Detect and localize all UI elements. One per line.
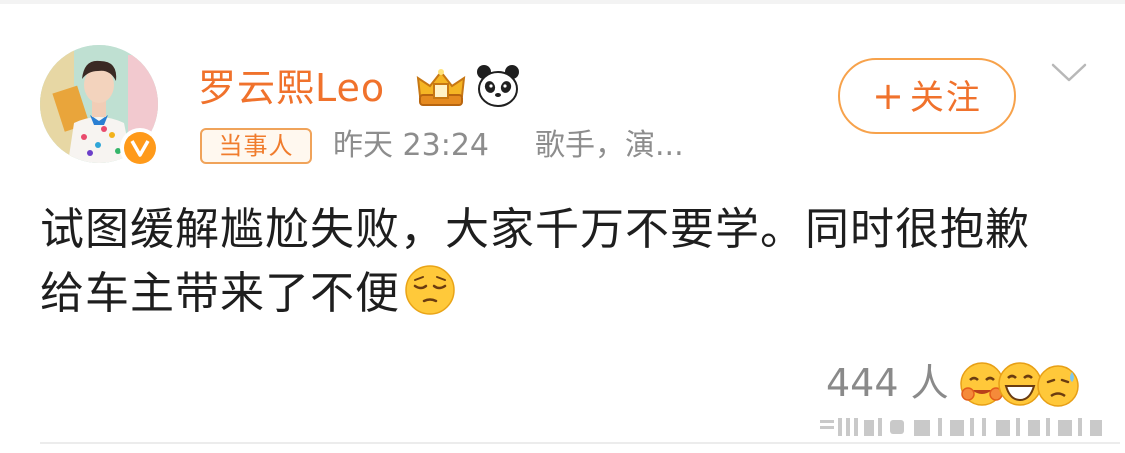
- post-text-line2: 给车主带来了不便: [40, 268, 400, 319]
- post-body: 试图缓解尴尬失败，大家千万不要学。同时很抱歉 给车主带来了不便: [40, 198, 1100, 326]
- hug-emoji: [960, 362, 1004, 406]
- reaction-count[interactable]: 444 人: [826, 360, 949, 406]
- reaction-emojis[interactable]: [958, 360, 1088, 408]
- follow-button[interactable]: + 关注: [838, 58, 1016, 134]
- post-text-line1: 试图缓解尴尬失败，大家千万不要学。同时很抱歉: [40, 204, 1030, 255]
- top-divider: [0, 0, 1125, 4]
- follow-label: 关注: [909, 78, 982, 118]
- sweat-emoji: [1037, 365, 1079, 407]
- bottom-divider: [40, 442, 1120, 444]
- author-name[interactable]: 罗云熙Leo: [198, 66, 385, 110]
- laugh-emoji: [998, 362, 1042, 406]
- verified-icon: [120, 128, 160, 168]
- watermark-strip: [820, 414, 1120, 438]
- post-text-line2-wrap: 给车主带来了不便: [40, 262, 1100, 326]
- pensive-face-emoji: [404, 264, 456, 316]
- panda-icon[interactable]: [475, 63, 521, 109]
- chevron-down-icon[interactable]: [1050, 60, 1088, 86]
- crown-badge-icon[interactable]: [414, 66, 468, 110]
- participant-tag: 当事人: [200, 128, 312, 164]
- author-description: 歌手，演...: [535, 128, 684, 163]
- post-time: 昨天 23:24: [333, 128, 489, 163]
- plus-icon: +: [872, 74, 906, 118]
